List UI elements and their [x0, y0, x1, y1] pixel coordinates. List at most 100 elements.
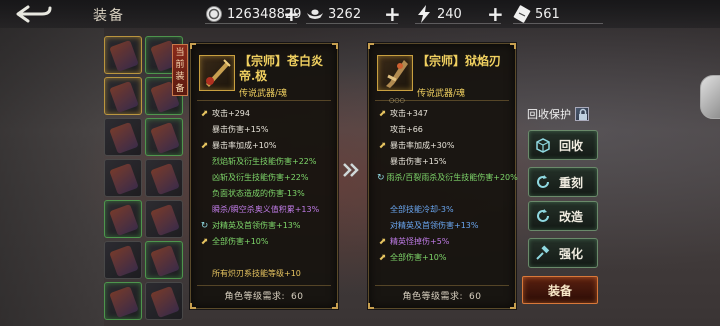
stat-text: 暴击率加成+10%: [212, 141, 277, 150]
modify-button[interactable]: 改造: [528, 201, 598, 231]
card-corner: [510, 303, 516, 309]
stat-text: 全部伤害+10%: [212, 237, 269, 246]
ingot-value: 3262: [328, 6, 362, 22]
stat-line: [377, 186, 513, 202]
stat-text: 攻击+66: [390, 125, 423, 134]
requirement-value: 60: [469, 292, 482, 302]
divider: [197, 100, 331, 101]
stat-text: 凶斩及衍生技能伤害+22%: [212, 173, 309, 182]
back-button[interactable]: [14, 4, 54, 24]
resource-ticket: 561: [513, 4, 560, 24]
upgrade-arrow-icon: ⬈: [378, 237, 387, 247]
recycle-protect-label: 回收保护: [527, 108, 571, 121]
coin-icon: [205, 5, 223, 23]
card-corner: [190, 43, 196, 49]
recycle-label: 回收: [559, 138, 584, 153]
stat-line: 暴击伤害+15%: [199, 122, 335, 138]
weapon-icon: [199, 55, 235, 91]
stat-line: 烈焰斩及衍生技能伤害+22%: [199, 154, 335, 170]
refresh-icon: ↻: [377, 173, 385, 183]
divider: [205, 23, 297, 24]
equipment-slot[interactable]: [104, 36, 142, 74]
stat-text: 暴击伤害+15%: [212, 125, 269, 134]
modify-label: 改造: [559, 209, 584, 224]
equipment-slot[interactable]: [145, 159, 183, 197]
enhance-label: 强化: [559, 246, 584, 261]
left-sidebar: [0, 28, 104, 326]
ticket-icon: [513, 5, 531, 23]
stat-text: 精英怪掉伤+5%: [390, 237, 450, 246]
resource-stamina: 240: [415, 4, 462, 24]
stat-line: ⬈ 全部伤害+10%: [199, 234, 335, 250]
upgrade-arrow-icon: ⬈: [200, 141, 209, 151]
stat-line: [199, 250, 335, 266]
recycle-protect-toggle[interactable]: 回收保护: [527, 106, 589, 122]
level-requirement: 角色等级需求: 60: [369, 289, 515, 302]
equipment-slot[interactable]: [145, 118, 183, 156]
ingot-icon: [306, 5, 324, 23]
stat-text: 负面状态造成的伤害-13%: [212, 189, 305, 198]
equipment-slot[interactable]: [104, 282, 142, 320]
stat-line: 所有炽刃系技能等级+10: [199, 266, 335, 282]
refresh-icon: [535, 208, 551, 224]
divider: [306, 23, 398, 24]
equipment-slot[interactable]: [104, 77, 142, 115]
stat-line: ⬈ 攻击+347: [377, 106, 513, 122]
stat-line: ⬈ 攻击+294: [199, 106, 335, 122]
level-requirement: 角色等级需求: 60: [191, 289, 337, 302]
enhance-button[interactable]: 强化: [528, 238, 598, 268]
stat-line: 对精英及首领伤害+13%: [377, 218, 513, 234]
card-corner: [332, 303, 338, 309]
card-corner: [332, 43, 338, 49]
equipment-slot[interactable]: [104, 118, 142, 156]
equipment-slot[interactable]: [145, 241, 183, 279]
item-name: 【宗师】苍白炎帝.极: [239, 54, 324, 83]
divider: [513, 23, 603, 24]
stat-text: 对精英及首领伤害+13%: [390, 221, 479, 230]
equip-button[interactable]: 装备: [522, 276, 598, 304]
stat-line: ⬈ 全部伤害+10%: [377, 250, 513, 266]
lightning-icon: [415, 5, 433, 23]
equipment-slot[interactable]: [104, 241, 142, 279]
compare-arrow-icon: [341, 160, 361, 180]
hammer-icon: [535, 245, 551, 261]
equipment-slot[interactable]: [104, 200, 142, 238]
divider: [197, 285, 331, 286]
recycle-button[interactable]: 回收: [528, 130, 598, 160]
ticket-value: 561: [535, 6, 560, 22]
refresh-icon: ↻: [200, 221, 209, 231]
back-arrow-icon: [16, 5, 52, 23]
lock-checkbox-icon[interactable]: [575, 107, 589, 121]
stat-line: 暴击伤害+15%: [377, 154, 513, 170]
card-corner: [510, 43, 516, 49]
stat-line: 瞬杀/瞬空杀奥义值积累+13%: [199, 202, 335, 218]
stat-line: 攻击+66: [377, 122, 513, 138]
equipment-slot[interactable]: [145, 282, 183, 320]
item-type: 传说武器/魂: [239, 89, 288, 99]
divider: [375, 285, 509, 286]
stat-line: ⬈ 暴击率加成+10%: [199, 138, 335, 154]
equipment-slot[interactable]: [145, 200, 183, 238]
upgrade-arrow-icon: ⬈: [378, 253, 387, 263]
stat-line: ⬈ 暴击率加成+30%: [377, 138, 513, 154]
character-avatar[interactable]: [700, 75, 720, 119]
current-equipped-tag: 当前装备: [172, 44, 188, 96]
stats-list: ⬈ 攻击+294 暴击伤害+15% ⬈ 暴击率加成+10% 烈焰斩及衍生技能伤害+22% 凶…: [199, 106, 335, 282]
upgrade-arrow-icon: ⬈: [378, 109, 387, 119]
requirement-label: 角色等级需求:: [224, 292, 286, 302]
stat-text: 攻击+294: [212, 109, 250, 118]
requirement-label: 角色等级需求:: [402, 292, 464, 302]
card-corner: [190, 303, 196, 309]
reroll-button[interactable]: 重刻: [528, 167, 598, 197]
recycle-box-icon: [535, 137, 551, 153]
stat-line: ↻ 对精英及首领伤害+13%: [199, 218, 335, 234]
upgrade-arrow-icon: ⬈: [378, 141, 387, 151]
refresh-icon: [535, 174, 551, 190]
top-bar: 装备 126348829 + 3262 + 240 + 561: [0, 0, 720, 28]
equipment-slot[interactable]: [104, 159, 142, 197]
divider: [375, 100, 509, 101]
stat-line: ⬈ 精英怪掉伤+5%: [377, 234, 513, 250]
stamina-value: 240: [437, 6, 462, 22]
compare-item-card: ○○○ 【宗师】狱焰刃 传说武器/魂 ⬈ 攻击+347 攻击+66 ⬈ 暴击率加成+30…: [368, 43, 518, 309]
stat-text: 烈焰斩及衍生技能伤害+22%: [212, 157, 317, 166]
